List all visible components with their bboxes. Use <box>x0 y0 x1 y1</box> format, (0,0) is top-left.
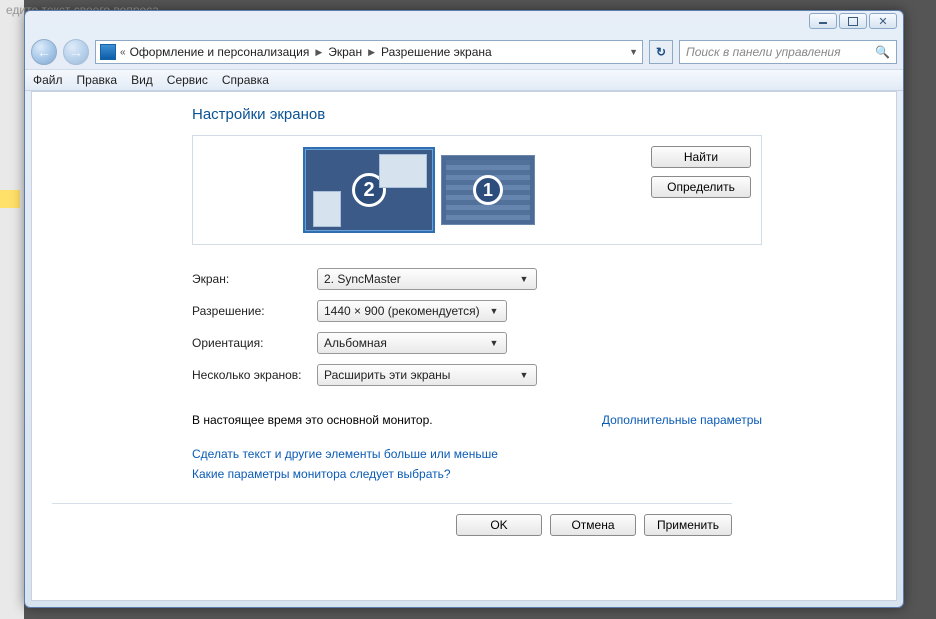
address-bar[interactable]: « Оформление и персонализация ▶ Экран ▶ … <box>95 40 643 64</box>
chevron-down-icon: ▼ <box>486 336 502 350</box>
control-panel-icon <box>100 44 116 60</box>
breadcrumb-back-chevrons: « <box>120 47 126 58</box>
breadcrumb-seg1[interactable]: Оформление и персонализация <box>130 45 310 59</box>
menu-view[interactable]: Вид <box>131 73 153 87</box>
orientation-dropdown[interactable]: Альбомная ▼ <box>317 332 507 354</box>
label-multidisplay: Несколько экранов: <box>192 368 317 382</box>
chevron-right-icon: ▶ <box>366 47 377 58</box>
cancel-button[interactable]: Отмена <box>550 514 636 536</box>
monitor-2[interactable]: 2 <box>303 147 435 233</box>
chevron-down-icon: ▼ <box>516 368 532 382</box>
menu-help[interactable]: Справка <box>222 73 269 87</box>
apply-button[interactable]: Применить <box>644 514 732 536</box>
chevron-down-icon: ▼ <box>486 304 502 318</box>
search-input[interactable]: Поиск в панели управления 🔍 <box>679 40 897 64</box>
monitor-window-decor <box>313 191 341 227</box>
resolution-dropdown[interactable]: 1440 × 900 (рекомендуется) ▼ <box>317 300 507 322</box>
titlebar: ✕ <box>25 11 903 35</box>
breadcrumb-seg3[interactable]: Разрешение экрана <box>381 45 492 59</box>
back-button[interactable]: ← <box>31 39 57 65</box>
orientation-value: Альбомная <box>324 336 387 350</box>
monitor-number: 1 <box>473 175 503 205</box>
menu-bar: Файл Правка Вид Сервис Справка <box>25 69 903 91</box>
resolution-value: 1440 × 900 (рекомендуется) <box>324 304 480 318</box>
forward-button[interactable]: → <box>63 39 89 65</box>
dialog-footer: OK Отмена Применить <box>52 503 732 536</box>
menu-file[interactable]: Файл <box>33 73 63 87</box>
breadcrumb-seg2[interactable]: Экран <box>328 45 362 59</box>
help-links: Сделать текст и другие элементы больше и… <box>192 441 876 487</box>
primary-monitor-status: В настоящее время это основной монитор. <box>192 413 433 427</box>
chevron-right-icon: ▶ <box>313 47 324 58</box>
monitor-help-link[interactable]: Какие параметры монитора следует выбрать… <box>192 467 876 481</box>
minimize-button[interactable] <box>809 13 837 29</box>
row-display: Экран: 2. SyncMaster ▼ <box>192 263 762 295</box>
close-button[interactable]: ✕ <box>869 13 897 29</box>
menu-edit[interactable]: Правка <box>77 73 118 87</box>
maximize-button[interactable] <box>839 13 867 29</box>
refresh-button[interactable]: ↻ <box>649 40 673 64</box>
text-size-link[interactable]: Сделать текст и другие элементы больше и… <box>192 447 876 461</box>
status-row: В настоящее время это основной монитор. … <box>192 413 762 427</box>
row-resolution: Разрешение: 1440 × 900 (рекомендуется) ▼ <box>192 295 762 327</box>
content-pane: Настройки экранов 2 1 Найти Определить Э… <box>31 91 897 601</box>
bg-stripe <box>0 190 20 208</box>
ok-button[interactable]: OK <box>456 514 542 536</box>
row-orientation: Ориентация: Альбомная ▼ <box>192 327 762 359</box>
label-resolution: Разрешение: <box>192 304 317 318</box>
search-icon: 🔍 <box>875 45 890 59</box>
row-multidisplay: Несколько экранов: Расширить эти экраны … <box>192 359 762 391</box>
navigation-row: ← → « Оформление и персонализация ▶ Экра… <box>25 35 903 69</box>
menu-tools[interactable]: Сервис <box>167 73 208 87</box>
label-orientation: Ориентация: <box>192 336 317 350</box>
identify-button[interactable]: Определить <box>651 176 751 198</box>
monitor-1[interactable]: 1 <box>441 155 535 225</box>
find-button[interactable]: Найти <box>651 146 751 168</box>
page-title: Настройки экранов <box>192 106 876 123</box>
display-dropdown[interactable]: 2. SyncMaster ▼ <box>317 268 537 290</box>
background-sidebar <box>0 0 24 619</box>
window-frame: ✕ ← → « Оформление и персонализация ▶ Эк… <box>24 10 904 608</box>
display-value: 2. SyncMaster <box>324 272 401 286</box>
multidisplay-value: Расширить эти экраны <box>324 368 450 382</box>
chevron-down-icon: ▼ <box>516 272 532 286</box>
multidisplay-dropdown[interactable]: Расширить эти экраны ▼ <box>317 364 537 386</box>
search-placeholder: Поиск в панели управления <box>686 45 841 59</box>
label-display: Экран: <box>192 272 317 286</box>
advanced-settings-link[interactable]: Дополнительные параметры <box>602 413 762 427</box>
monitor-arrangement-box[interactable]: 2 1 Найти Определить <box>192 135 762 245</box>
settings-form: Экран: 2. SyncMaster ▼ Разрешение: 1440 … <box>192 263 762 391</box>
address-dropdown-icon[interactable]: ▼ <box>629 47 638 57</box>
monitor-window-decor <box>379 154 427 188</box>
monitor-side-buttons: Найти Определить <box>651 146 751 198</box>
